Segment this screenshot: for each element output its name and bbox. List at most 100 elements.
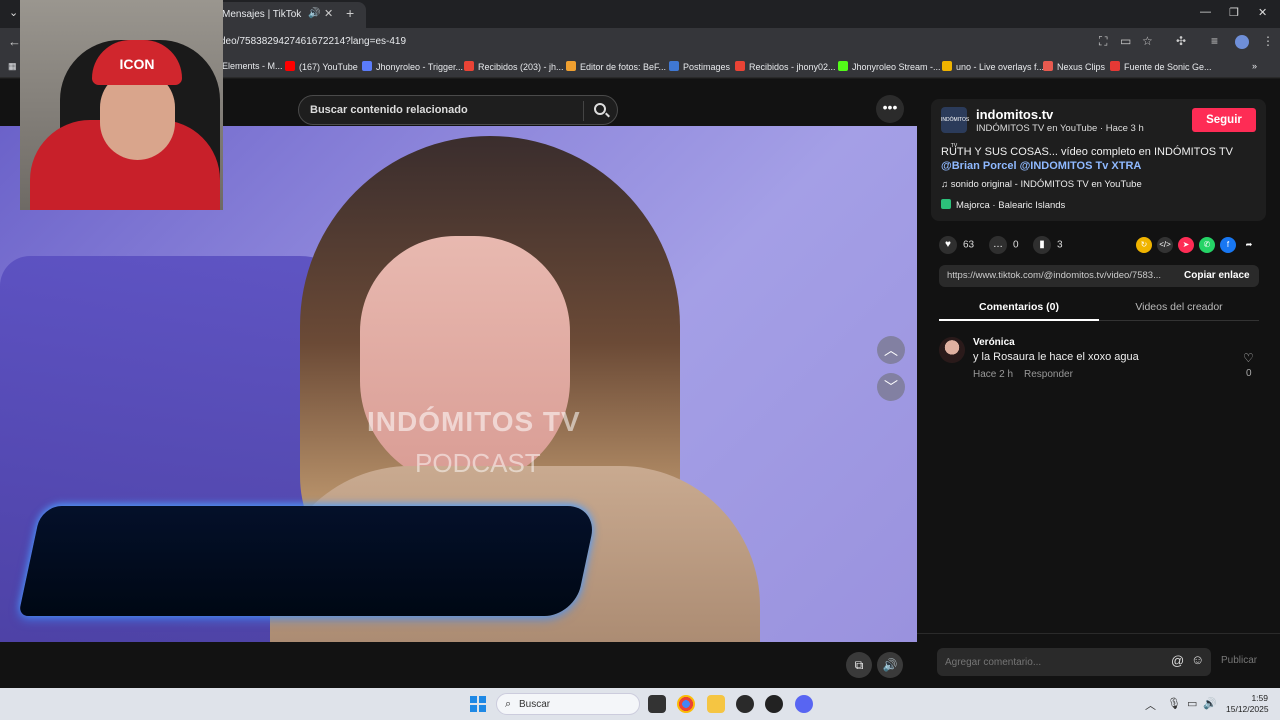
new-tab-button[interactable]: + [346,5,354,21]
address-bar[interactable]: deo/7583829427461672214?lang=es-419 [220,36,406,47]
emoji-icon[interactable]: ☺ [1191,652,1204,667]
bookmark-item[interactable]: Jhonyroleo - Trigger... [362,61,463,72]
extensions-icon[interactable]: ✣ [1176,34,1186,48]
comment-like-icon[interactable]: ♡ [1243,351,1254,365]
restore-button[interactable]: ❐ [1229,6,1239,19]
divider [583,101,584,121]
taskbar-search[interactable]: ⌕ Buscar [496,693,640,715]
browser-tab-active[interactable]: Mensajes | TikTok 🔊 ✕ [200,2,366,28]
save-button[interactable]: ▮ 3 [1033,236,1063,254]
bookmark-item[interactable]: Recibidos - jhony02... [735,61,836,72]
location-label: Majorca · Balearic Islands [956,200,1066,211]
bookmark-item[interactable]: (167) YouTube [285,61,358,72]
bookmark-item[interactable]: Postimages [669,61,730,72]
embed-icon[interactable]: </> [1157,237,1173,253]
bookmark-item[interactable]: Editor de fotos: BeF... [566,61,666,72]
location-link[interactable]: Majorca · Balearic Islands [941,199,1065,211]
share-link-text[interactable]: https://www.tiktok.com/@indomitos.tv/vid… [947,270,1175,281]
description-mentions[interactable]: @Brian Porcel @INDOMITOS Tv XTRA [941,159,1256,173]
system-clock[interactable]: 1:59 15/12/2025 [1226,693,1269,715]
comment-text: y la Rosaura le hace el xoxo agua [973,351,1139,363]
tab-creator-videos[interactable]: Videos del creador [1099,297,1259,321]
copy-link-button[interactable]: Copiar enlace [1184,270,1250,281]
volume-tray-icon[interactable]: 🔊 [1203,697,1217,710]
postimages-icon [669,61,679,71]
microphone-icon[interactable]: 🎙 [1167,697,1181,710]
follow-button[interactable]: Seguir [1192,108,1256,132]
facebook-icon[interactable]: f [1220,237,1236,253]
kick-icon [838,61,848,71]
next-video-button[interactable]: ﹀ [877,373,905,401]
commenter-avatar[interactable] [939,337,965,363]
video-watermark-title: INDÓMITOS TV [367,406,581,437]
comment-count: 0 [1013,239,1019,251]
video-lower-third [18,506,598,616]
comment-time: Hace 2 h [973,369,1014,380]
tray-overflow-icon[interactable]: ︿ [1145,697,1156,713]
discord-icon[interactable] [795,695,813,713]
profile-avatar[interactable] [1235,35,1249,49]
comment-item: Verónica y la Rosaura le hace el xoxo ag… [939,335,1259,385]
start-button[interactable] [470,696,486,712]
bookmark-item[interactable]: Nexus Clips [1043,61,1105,72]
previous-video-button[interactable]: ︿ [877,336,905,364]
bookmark-item[interactable]: Fuente de Sonic Ge... [1110,61,1212,72]
browser-menu-icon[interactable]: ⋮ [1262,34,1274,48]
channel-subtitle: INDÓMITOS TV en YouTube · Hace 3 h [976,123,1144,134]
bookmark-item[interactable]: Recibidos (203) - jh... [464,61,564,72]
video-controls-bar: ⧉ 🔊 [0,642,917,688]
whatsapp-icon[interactable]: ✆ [1199,237,1215,253]
overlay-icon [942,61,952,71]
related-search-box[interactable]: Buscar contenido relacionado [298,95,618,125]
obs-icon[interactable] [736,695,754,713]
mention-icon[interactable]: @ [1171,653,1184,668]
reply-button[interactable]: Responder [1024,369,1073,380]
taskbar-search-label: Buscar [519,699,551,710]
media-control-icon[interactable]: ≡ [1211,34,1218,48]
send-icon[interactable]: ➤ [1178,237,1194,253]
volume-icon[interactable]: 🔊 [877,652,903,678]
task-view-icon[interactable] [648,695,666,713]
more-bookmarks-icon[interactable]: » [1252,61,1257,71]
like-button[interactable]: ♥ 63 [939,236,974,254]
channel-name[interactable]: indomitos.tv [976,107,1053,122]
youtube-icon [285,61,295,71]
commenter-name[interactable]: Verónica [973,337,1015,348]
chrome-icon[interactable] [677,695,695,713]
bookmark-icon: ▮ [1033,236,1051,254]
video-details-panel: INDÓMITOS TV indomitos.tv INDÓMITOS TV e… [917,79,1280,688]
install-app-icon[interactable]: ▭ [1120,34,1131,48]
comment-button[interactable]: … 0 [989,236,1019,254]
heart-icon: ♥ [939,236,957,254]
tab-comments[interactable]: Comentarios (0) [939,297,1099,321]
music-link[interactable]: ♫ sonido original - INDÓMITOS TV en YouT… [941,179,1142,190]
bookmark-item[interactable]: Elements - M... [222,61,283,71]
music-label: sonido original - INDÓMITOS TV en YouTub… [950,179,1142,190]
bookmark-item[interactable]: uno - Live overlays f... [942,61,1044,72]
more-options-button[interactable]: ••• [876,95,904,123]
network-icon[interactable]: ▭ [1187,697,1197,710]
windows-taskbar: ⌕ Buscar ︿ 🎙 ▭ 🔊 1:59 15/12/2025 [0,688,1280,720]
repost-icon[interactable]: ↻ [1136,237,1152,253]
bookmark-star-icon[interactable]: ☆ [1142,34,1153,48]
bookmark-item[interactable]: Jhonyroleo Stream -... [838,61,941,72]
minimize-button[interactable]: — [1200,6,1211,18]
channel-avatar[interactable]: INDÓMITOS TV [941,107,969,149]
comment-like-count: 0 [1246,368,1252,379]
publish-button[interactable]: Publicar [1221,655,1257,666]
floating-player-icon[interactable]: ⧉ [846,652,872,678]
search-icon[interactable] [594,103,606,115]
close-window-button[interactable]: ✕ [1258,6,1267,19]
translate-icon[interactable]: ⛶ [1099,34,1107,49]
tab-audio-icon[interactable]: 🔊 [308,8,320,19]
gmail-icon [735,61,745,71]
comment-input[interactable] [937,648,1211,676]
share-arrow-icon[interactable]: ➦ [1241,237,1257,253]
apps-grid-icon[interactable]: ▦ [8,61,17,72]
tab-close-icon[interactable]: ✕ [324,7,333,20]
media-player-icon[interactable] [765,695,783,713]
file-explorer-icon[interactable] [707,695,725,713]
search-input[interactable]: Buscar contenido relacionado [310,104,468,116]
share-link-box: https://www.tiktok.com/@indomitos.tv/vid… [939,265,1259,287]
tab-list-icon[interactable]: ⌄ [9,6,18,19]
